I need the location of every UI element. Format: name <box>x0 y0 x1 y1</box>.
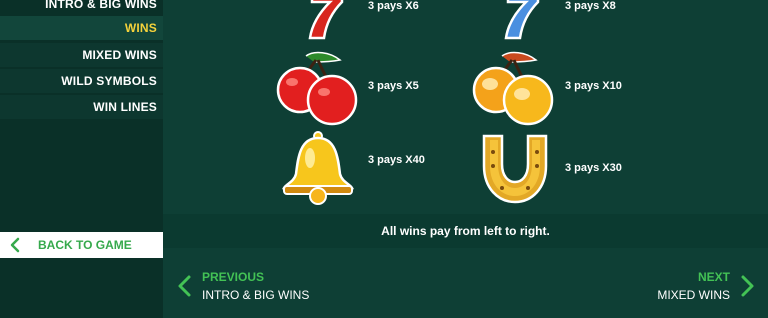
horseshoe-icon <box>474 130 556 211</box>
pays-blue-seven: 3 pays X8 <box>565 0 616 12</box>
sidebar-item-mixed-wins[interactable]: MIXED WINS <box>0 43 163 67</box>
pays-horseshoe: 3 pays X30 <box>565 162 622 174</box>
previous-page-button[interactable]: PREVIOUS INTRO & BIG WINS <box>176 262 326 312</box>
previous-subtitle: INTRO & BIG WINS <box>202 288 310 302</box>
info-text: All wins pay from left to right. <box>381 224 550 238</box>
pays-red-seven: 3 pays X6 <box>368 0 419 12</box>
pays-cherry: 3 pays X5 <box>368 80 419 92</box>
next-page-button[interactable]: NEXT MIXED WINS <box>616 262 756 312</box>
back-to-game-button[interactable]: BACK TO GAME <box>0 232 163 258</box>
cherry-icon <box>274 48 360 133</box>
orange-icon <box>470 48 556 133</box>
next-title: NEXT <box>697 270 730 284</box>
sidebar-item-win-lines[interactable]: WIN LINES <box>0 95 163 119</box>
sidebar-item-intro-big-wins[interactable]: INTRO & BIG WINS <box>0 0 163 16</box>
blue-seven-icon <box>488 0 544 47</box>
pays-orange: 3 pays X10 <box>565 80 622 92</box>
sidebar-item-wins[interactable]: WINS <box>0 16 163 40</box>
chevron-left-icon <box>3 237 27 253</box>
pays-bell: 3 pays X40 <box>368 154 425 166</box>
next-subtitle: MIXED WINS <box>657 288 730 302</box>
chevron-right-icon <box>740 274 756 303</box>
chevron-left-icon <box>176 274 192 303</box>
previous-title: PREVIOUS <box>202 270 265 284</box>
back-to-game-label: BACK TO GAME <box>38 238 132 252</box>
red-seven-icon <box>292 0 348 47</box>
bell-icon <box>278 130 358 211</box>
info-bar: All wins pay from left to right. <box>163 214 768 248</box>
sidebar-item-wild-symbols[interactable]: WILD SYMBOLS <box>0 69 163 93</box>
